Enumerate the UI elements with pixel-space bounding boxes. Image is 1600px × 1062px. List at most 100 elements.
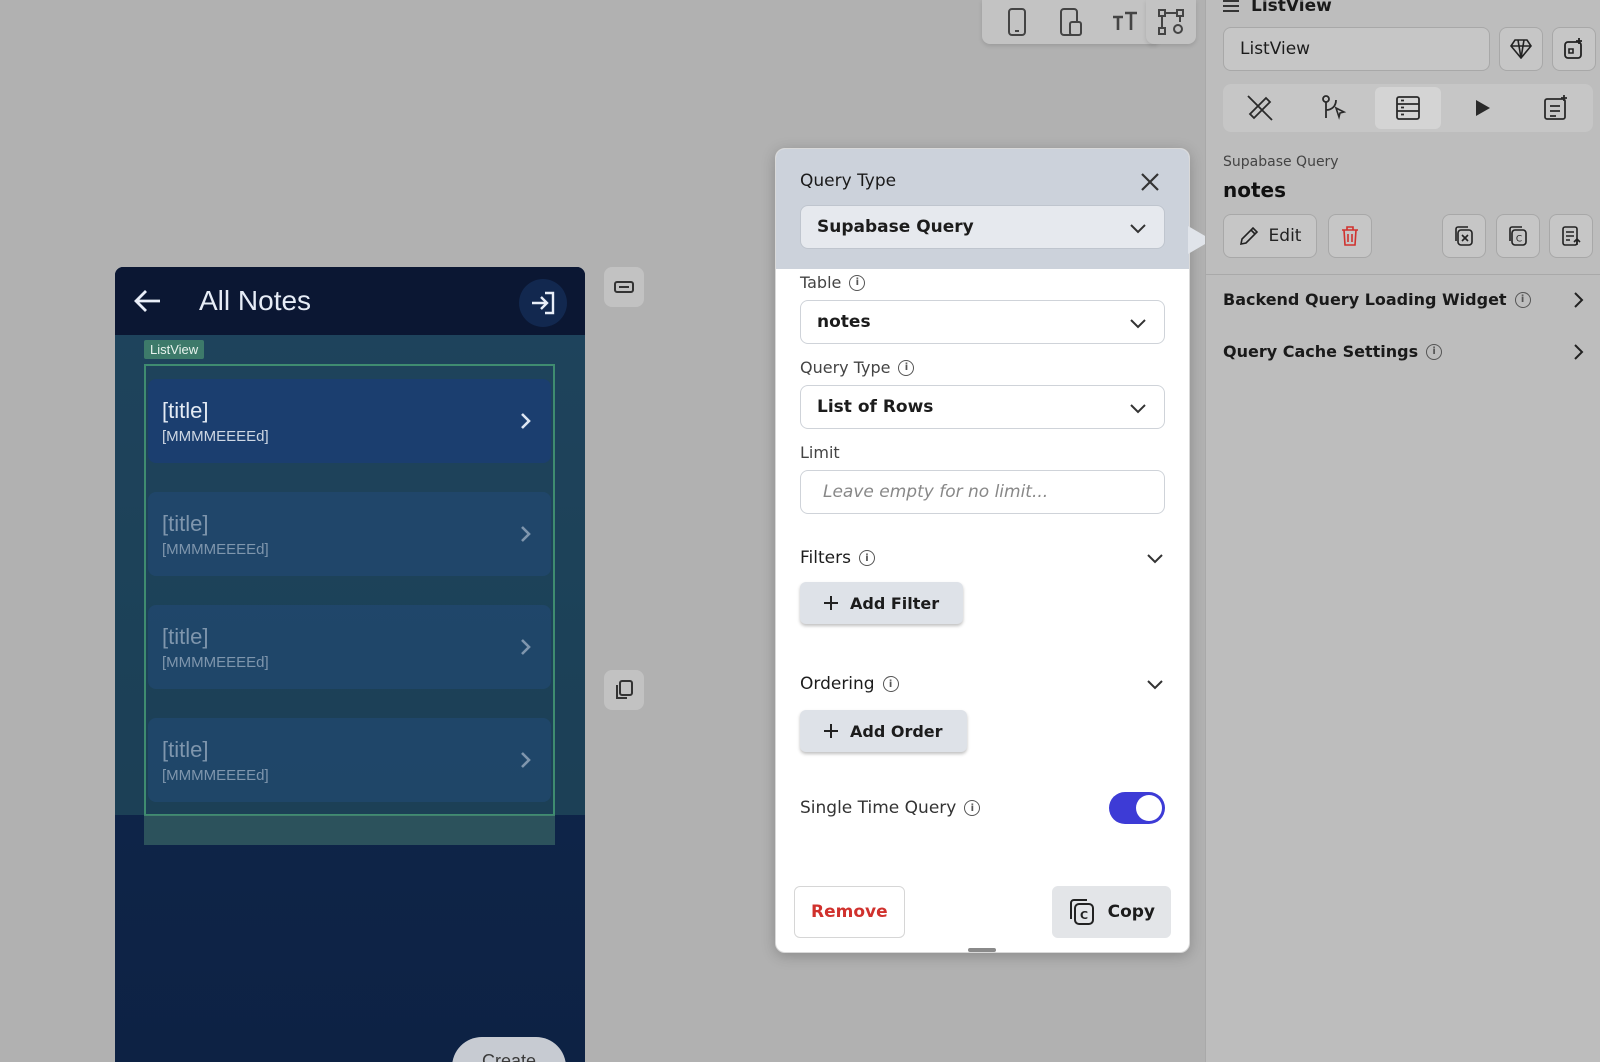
toggle-knob	[1136, 795, 1162, 821]
paste-query-icon[interactable]	[1549, 214, 1593, 258]
duplicate-icon[interactable]	[604, 670, 644, 710]
copy-query-icon[interactable]: C	[1496, 214, 1540, 258]
query-type2-select[interactable]: List of Rows	[800, 385, 1165, 429]
widget-name-input[interactable]: ListView	[1223, 27, 1490, 71]
backend-loading-label: Backend Query Loading Widget	[1223, 290, 1507, 309]
note-title: [title]	[162, 736, 209, 762]
tab-actions[interactable]	[1301, 87, 1367, 129]
query-type-subtitle: Supabase Query	[1223, 154, 1339, 170]
query-type2-field-label: Query Type i	[800, 358, 1165, 377]
chevron-right-icon	[513, 522, 537, 546]
note-card[interactable]: [title] [MMMMEEEEd]	[148, 492, 551, 576]
menu-icon[interactable]	[1223, 0, 1239, 13]
query-cache-settings-row[interactable]: Query Cache Settings i	[1223, 342, 1585, 361]
query-type-value: Supabase Query	[817, 217, 974, 237]
info-icon[interactable]: i	[849, 274, 866, 291]
canvas-settings-icon[interactable]	[1146, 0, 1196, 44]
limit-label: Limit	[800, 443, 840, 462]
back-arrow-icon[interactable]	[131, 284, 165, 318]
note-title: [title]	[162, 623, 209, 649]
chevron-right-icon	[513, 409, 537, 433]
chevron-down-icon	[1128, 313, 1148, 333]
popover-body: Table i notes Query Type i List of Rows …	[776, 269, 1189, 824]
filters-label: Filters	[800, 548, 851, 568]
edit-label: Edit	[1268, 226, 1302, 246]
diamond-icon[interactable]	[1499, 27, 1543, 71]
info-icon[interactable]: i	[898, 359, 915, 376]
clear-query-icon[interactable]	[1442, 214, 1486, 258]
add-filter-button[interactable]: Add Filter	[800, 582, 964, 624]
tab-animations[interactable]	[1449, 87, 1515, 129]
single-time-query-toggle[interactable]	[1109, 792, 1165, 824]
create-button[interactable]: Create	[452, 1037, 566, 1062]
tab-properties[interactable]	[1227, 87, 1293, 129]
chevron-down-icon[interactable]	[1145, 674, 1165, 694]
panel-title: ListView	[1251, 0, 1332, 16]
note-title: [title]	[162, 510, 209, 536]
table-label: Table	[800, 273, 842, 292]
svg-text:C: C	[1516, 235, 1522, 245]
query-type2-value: List of Rows	[817, 397, 934, 417]
tab-notes[interactable]	[1523, 87, 1589, 129]
note-card[interactable]: [title] [MMMMEEEEd]	[148, 379, 551, 463]
edit-query-button[interactable]: Edit	[1223, 214, 1317, 258]
copy-label: Copy	[1107, 902, 1155, 922]
note-card[interactable]: [title] [MMMMEEEEd]	[148, 718, 551, 802]
text-scale-icon[interactable]	[1107, 4, 1143, 40]
chevron-down-icon	[1128, 218, 1148, 238]
plus-icon	[824, 724, 838, 738]
device-toolbar	[982, 0, 1160, 44]
info-icon[interactable]: i	[882, 676, 899, 692]
trash-icon	[1341, 226, 1359, 246]
info-icon[interactable]: i	[1426, 343, 1443, 360]
ordering-section[interactable]: Ordering i	[800, 674, 1165, 694]
chevron-right-icon	[513, 635, 537, 659]
query-type-label: Query Type	[800, 171, 897, 191]
filters-section[interactable]: Filters i	[800, 548, 1165, 568]
remove-button[interactable]: Remove	[794, 886, 905, 938]
listview-badge[interactable]: ListView	[144, 340, 205, 359]
note-date: [MMMMEEEEd]	[162, 540, 269, 558]
query-type-select[interactable]: Supabase Query	[800, 205, 1165, 249]
info-icon[interactable]: i	[858, 550, 875, 566]
delete-query-button[interactable]	[1328, 214, 1372, 258]
backend-query-loading-widget-row[interactable]: Backend Query Loading Widget i	[1223, 290, 1585, 309]
limit-input[interactable]: Leave empty for no limit...	[800, 470, 1165, 514]
info-icon[interactable]: i	[1514, 291, 1531, 308]
add-filter-label: Add Filter	[850, 593, 940, 613]
tablet-device-icon[interactable]	[1053, 4, 1089, 40]
note-date: [MMMMEEEEd]	[162, 766, 269, 784]
add-order-button[interactable]: Add Order	[800, 710, 967, 752]
widget-wrap-icon[interactable]	[604, 267, 644, 307]
note-card[interactable]: [title] [MMMMEEEEd]	[148, 605, 551, 689]
listview-padding	[144, 815, 555, 845]
table-select[interactable]: notes	[800, 300, 1165, 344]
phone-device-icon[interactable]	[999, 4, 1035, 40]
chevron-right-icon	[513, 748, 537, 772]
popover-header: Query Type Supabase Query	[776, 149, 1189, 269]
note-date: [MMMMEEEEd]	[162, 427, 269, 445]
add-component-icon[interactable]	[1552, 27, 1596, 71]
copy-button[interactable]: C Copy	[1051, 886, 1171, 938]
chevron-down-icon[interactable]	[1145, 548, 1165, 568]
panel-header: ListView	[1223, 0, 1332, 16]
properties-panel: ListView ListView Supabase Query notes E…	[1205, 0, 1600, 1062]
popover-bottom-grip[interactable]	[968, 948, 996, 952]
table-value: notes	[817, 312, 871, 332]
pencil-icon	[1239, 226, 1259, 246]
tab-backend-query[interactable]	[1375, 87, 1441, 129]
app-bar: All Notes	[115, 267, 585, 335]
plus-icon	[824, 596, 838, 610]
info-icon[interactable]: i	[964, 800, 981, 816]
single-time-query-label: Single Time Query	[800, 798, 957, 818]
close-icon[interactable]	[1139, 171, 1163, 195]
logout-icon[interactable]	[519, 279, 567, 327]
chevron-right-icon	[1571, 343, 1585, 361]
chevron-right-icon	[1571, 291, 1585, 309]
query-cache-label: Query Cache Settings	[1223, 342, 1419, 361]
copy-icon: C	[1066, 897, 1096, 927]
phone-preview: All Notes ListView [title] [MMMMEEEEd] […	[115, 267, 585, 1062]
note-title: [title]	[162, 397, 209, 423]
query-popover: Query Type Supabase Query Table i notes …	[775, 148, 1190, 953]
ordering-label: Ordering	[800, 674, 875, 694]
